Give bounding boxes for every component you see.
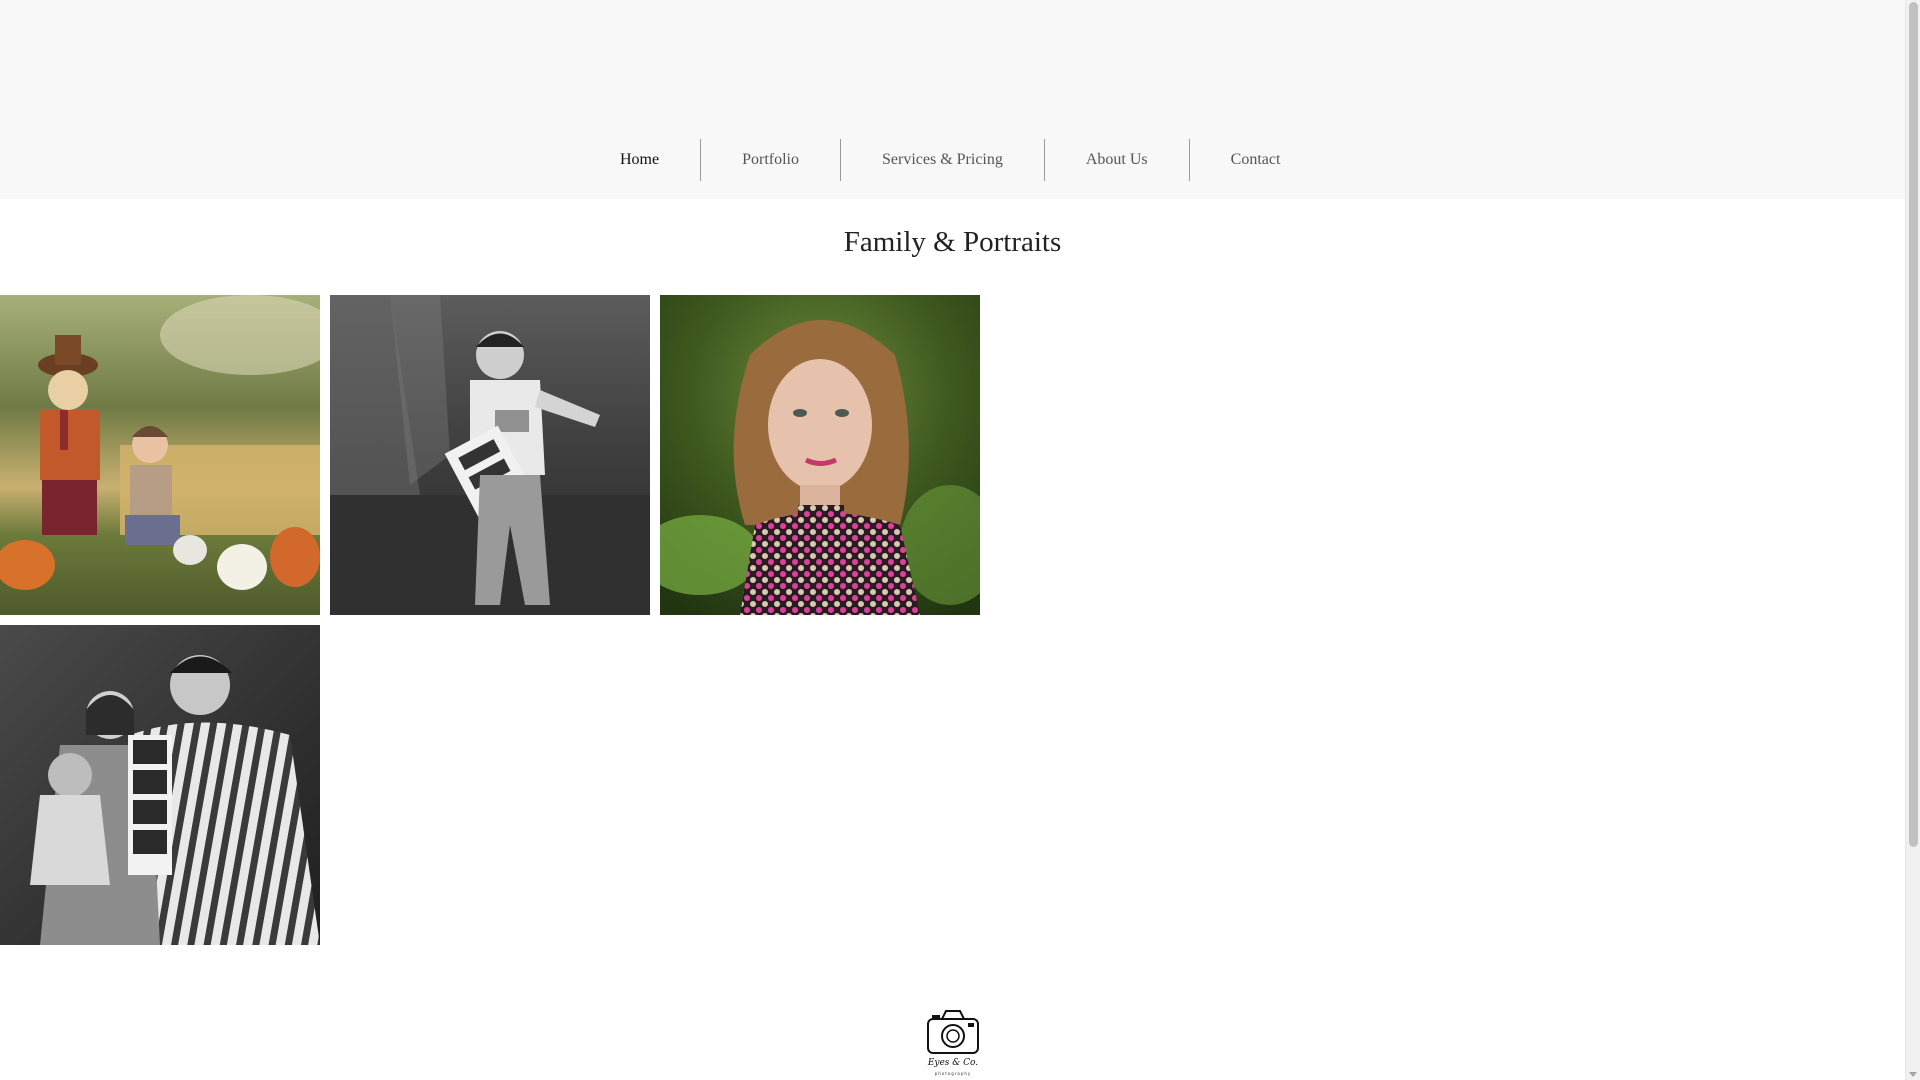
big-brother-boy-photo[interactable]: [330, 295, 650, 615]
logo-subtext: photography: [934, 1071, 972, 1076]
nav-item-about-us[interactable]: About Us: [1043, 139, 1189, 181]
scroll-down-arrow-icon[interactable]: [1909, 1072, 1917, 1077]
page-title: Family & Portraits: [843, 226, 1062, 258]
nav-item-home[interactable]: Home: [579, 139, 700, 181]
logo-text: Eyes & Co.: [927, 1058, 979, 1068]
nav-item-portfolio[interactable]: Portfolio: [700, 139, 840, 181]
family-ultrasound-photo[interactable]: [0, 625, 320, 945]
site-header: Home Portfolio Services & Pricing About …: [0, 0, 1905, 199]
camera-icon: [927, 1010, 979, 1054]
nav-item-services-pricing[interactable]: Services & Pricing: [840, 139, 1044, 181]
brand-logo[interactable]: Eyes & Co. photography: [922, 1005, 984, 1076]
woman-portrait-photo[interactable]: [660, 295, 980, 615]
nav-item-contact[interactable]: Contact: [1188, 139, 1322, 181]
page-scrollbar[interactable]: [1905, 0, 1920, 1080]
scarecrow-toddler-photo[interactable]: [0, 295, 320, 615]
scrollbar-thumb[interactable]: [1909, 2, 1918, 847]
main-navigation: Home Portfolio Services & Pricing About …: [0, 139, 1905, 181]
